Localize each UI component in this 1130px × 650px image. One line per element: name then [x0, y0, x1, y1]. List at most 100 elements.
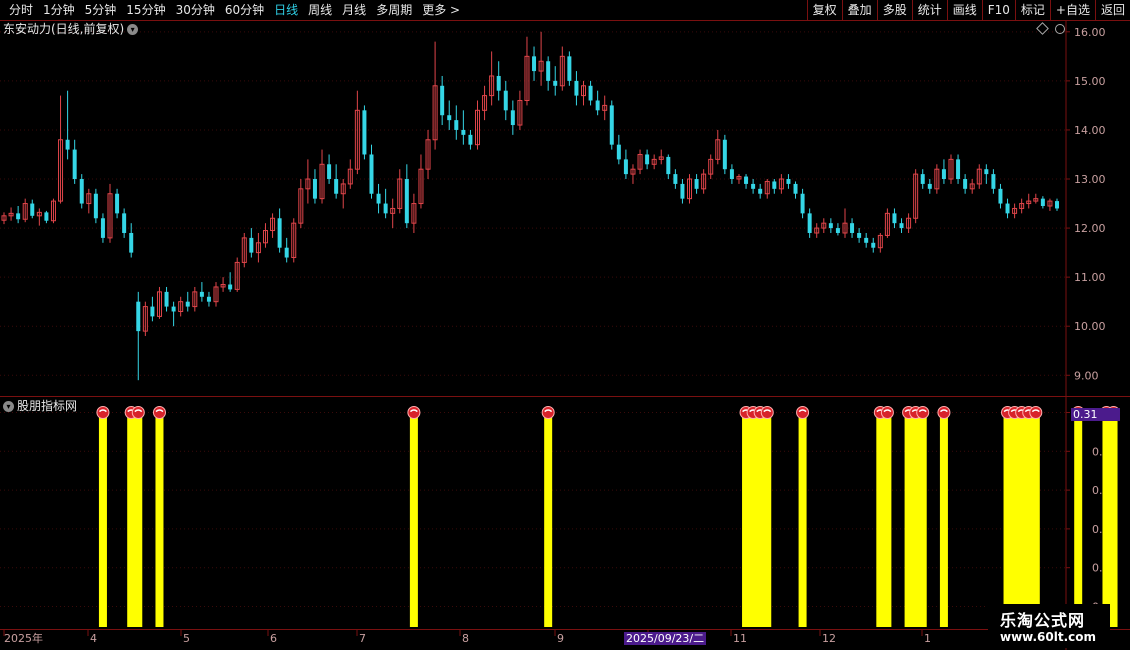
candle-body — [312, 179, 317, 199]
candle-body — [510, 110, 515, 126]
indicator-name: 股朋指标网 — [17, 399, 78, 413]
candle-body — [44, 212, 49, 221]
candle-body — [546, 61, 551, 81]
candle-body — [277, 218, 282, 248]
indicator-value-badge: 0.31 — [1071, 408, 1120, 421]
candle-body — [595, 100, 600, 111]
chevron-down-icon[interactable]: ▾ — [3, 401, 14, 412]
candle-body — [553, 80, 558, 86]
signal-bar — [409, 412, 418, 627]
candle-body — [16, 213, 21, 220]
candle-body — [454, 120, 459, 130]
candle-body — [786, 179, 791, 184]
candle-body — [1005, 203, 1010, 214]
signal-bar — [749, 412, 758, 627]
indicator-title[interactable]: ▾ 股朋指标网 — [3, 398, 77, 414]
candle-body — [284, 247, 289, 258]
candle-body — [609, 105, 614, 145]
x-axis-label: 2025年 — [4, 631, 43, 645]
signal-bar — [918, 412, 927, 627]
candle-body — [447, 115, 452, 121]
signal-bar — [1017, 412, 1026, 627]
y-tick-label: 9.00 — [1074, 369, 1099, 382]
candle-body — [164, 291, 169, 307]
candle-body — [722, 139, 727, 170]
candle-body — [1040, 198, 1045, 206]
candle-body — [503, 90, 508, 111]
signal-marker-icon — [152, 406, 166, 420]
candle-body — [800, 193, 805, 214]
candle-body — [567, 56, 572, 81]
x-axis-label: 9 — [557, 632, 564, 645]
candle-body — [496, 75, 501, 91]
y-tick-label: 11.00 — [1074, 271, 1106, 284]
candle-body — [228, 284, 233, 290]
candle-body — [100, 218, 105, 238]
candle-body — [850, 223, 855, 233]
signal-bar — [904, 412, 913, 627]
signal-marker-icon — [96, 406, 110, 420]
candle-body — [857, 232, 862, 238]
signal-bar — [939, 412, 948, 627]
x-axis-label: 6 — [270, 632, 277, 645]
candle-body — [623, 159, 628, 175]
signal-bar — [98, 412, 107, 627]
candle-body — [171, 306, 176, 312]
signal-bar — [876, 412, 885, 627]
watermark-url: www.60lt.com — [1000, 630, 1097, 644]
candle-body — [956, 159, 961, 180]
y-tick-label: 14.00 — [1074, 124, 1106, 137]
candle-body — [871, 242, 876, 248]
y-tick-label: 16.00 — [1074, 26, 1106, 39]
candle-body — [362, 110, 367, 155]
candle-body — [185, 301, 190, 307]
candle-body — [927, 183, 932, 189]
candle-body — [864, 237, 869, 243]
candle-body — [744, 176, 749, 184]
candle-body — [920, 174, 925, 184]
y-tick-label: 12.00 — [1074, 222, 1106, 235]
signal-bar — [911, 412, 920, 627]
candle-body — [129, 232, 134, 253]
candle-body — [404, 179, 409, 224]
candle-body — [616, 144, 621, 160]
main-chart-title[interactable]: 东安动力(日线,前复权) ▾ — [3, 21, 139, 37]
signal-bar — [798, 412, 807, 627]
candle-body — [807, 213, 812, 233]
candle-body — [150, 306, 155, 317]
candle-body — [30, 203, 35, 216]
signal-bar — [1024, 412, 1033, 627]
candle-body — [892, 213, 897, 224]
y-tick-label: 10.00 — [1074, 320, 1106, 333]
candle-body — [941, 169, 946, 180]
candle-body — [963, 179, 968, 189]
signal-marker-icon — [880, 406, 894, 420]
signal-marker-icon — [407, 406, 421, 420]
signal-marker-icon — [131, 406, 145, 420]
x-axis-label: 7 — [359, 632, 366, 645]
circle-icon[interactable] — [1055, 24, 1065, 34]
signal-bar — [756, 412, 765, 627]
candle-body — [334, 179, 339, 194]
candle-body — [206, 296, 211, 302]
candle-body — [468, 134, 473, 145]
signal-bar — [544, 412, 553, 627]
signal-bar — [1003, 412, 1012, 627]
candle-body — [376, 193, 381, 204]
chevron-down-icon[interactable]: ▾ — [127, 24, 139, 35]
signal-marker-icon — [760, 406, 774, 420]
candle-body — [998, 188, 1003, 204]
candle-body — [136, 301, 141, 332]
x-axis-label: 11 — [733, 632, 747, 645]
candle-body — [751, 183, 756, 189]
signal-marker-icon — [916, 406, 930, 420]
candle-body — [673, 174, 678, 184]
y-tick-label: 15.00 — [1074, 75, 1106, 88]
candle-body — [199, 291, 204, 297]
kline-chart[interactable]: 16.00 15.00 14.00 13.00 12.00 11.00 10.00 9.00 0… — [0, 0, 1130, 650]
y-tick-label: 13.00 — [1074, 173, 1106, 186]
x-axis-label: 1 — [924, 632, 931, 645]
x-axis-label: 5 — [183, 632, 190, 645]
stock-title: 东安动力(日线,前复权) — [3, 22, 125, 36]
candle-body — [828, 223, 833, 229]
